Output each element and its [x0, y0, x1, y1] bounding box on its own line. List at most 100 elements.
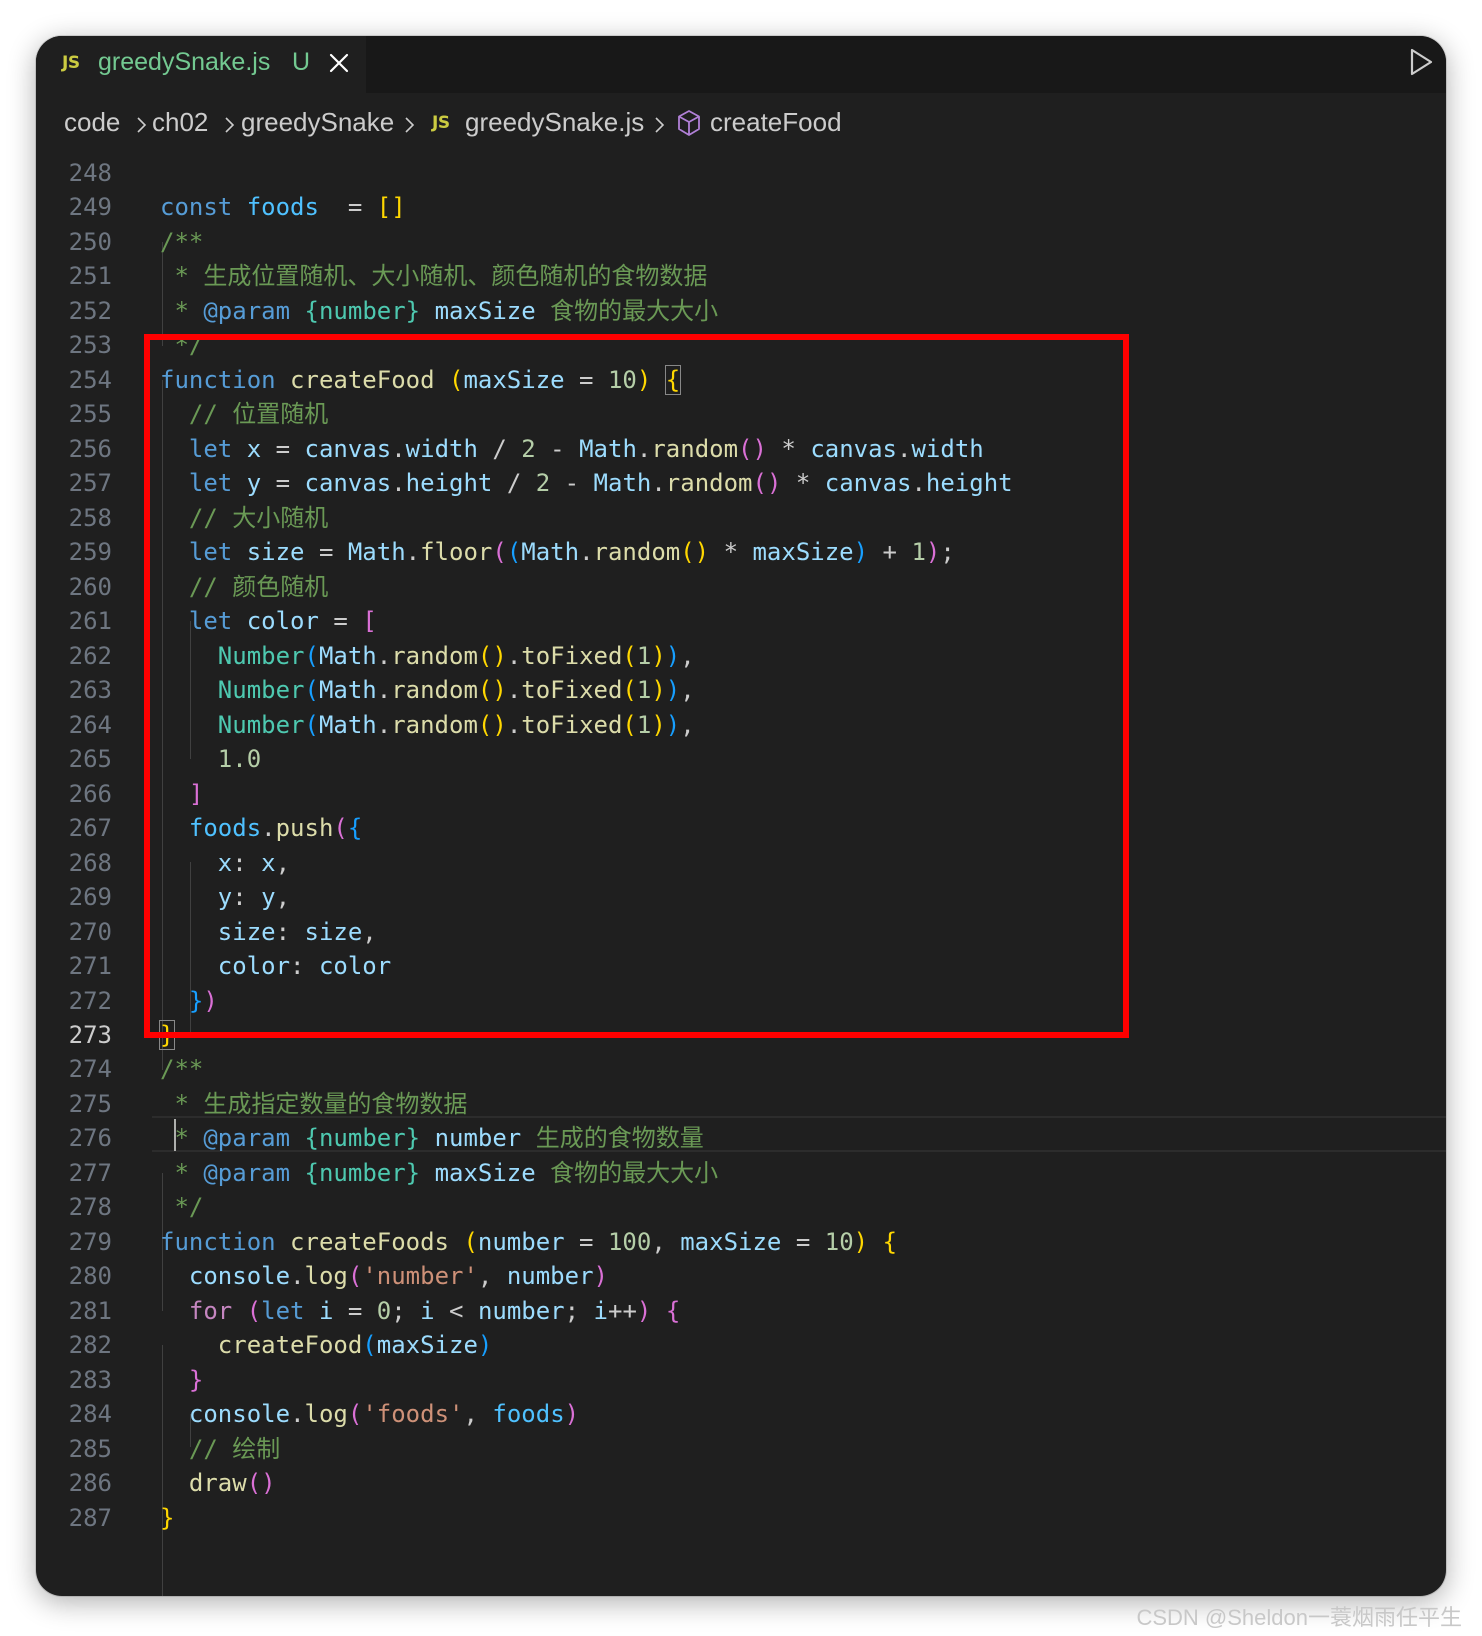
code-line[interactable]: 250 /**: [36, 224, 1446, 260]
code-line[interactable]: 274 /**: [36, 1051, 1446, 1087]
line-code: for (let i = 0; i < number; i++) {: [160, 1293, 680, 1329]
line-number: 258: [68, 504, 112, 532]
line-number: 272: [68, 987, 112, 1015]
code-token: }: [188, 1366, 204, 1394]
code-token: 'number': [362, 1262, 478, 1290]
line-number: 250: [68, 228, 112, 256]
code-line[interactable]: 248: [36, 155, 1446, 191]
breadcrumb-item-greedysnake[interactable]: greedySnake: [241, 107, 394, 138]
line-code: * 生成位置随机、大小随机、颜色随机的食物数据: [160, 258, 707, 294]
code-token: }: [160, 1504, 175, 1532]
close-icon[interactable]: [324, 48, 354, 78]
code-token: ): [593, 1262, 608, 1290]
code-line[interactable]: 276 * @param {number} number 生成的食物数量: [36, 1120, 1446, 1156]
code-token: 食物的最大大小: [535, 297, 719, 325]
code-token: * 生成位置随机、大小随机、颜色随机的食物数据: [160, 262, 708, 290]
code-line[interactable]: 287}: [36, 1500, 1446, 1536]
code-token: {number}: [304, 1124, 421, 1152]
code-token: 食物的最大大小: [535, 1159, 719, 1187]
code-token: maxSize: [434, 1159, 536, 1187]
breadcrumb-item-symbol[interactable]: createFood: [710, 107, 842, 138]
line-code: console.log('foods', foods): [160, 1396, 579, 1432]
code-token: maxSize: [680, 1228, 782, 1256]
breadcrumb-item-file[interactable]: greedySnake.js: [465, 107, 644, 138]
code-line[interactable]: 277 * @param {number} maxSize 食物的最大大小: [36, 1155, 1446, 1191]
code-line[interactable]: 286 draw(): [36, 1465, 1446, 1501]
chevron-right-icon: [405, 117, 415, 133]
code-token: const: [160, 193, 247, 221]
line-number: 260: [68, 573, 112, 601]
code-token: createFood: [217, 1331, 363, 1359]
code-line[interactable]: 285 // 绘制: [36, 1431, 1446, 1467]
line-number: 278: [68, 1193, 112, 1221]
line-number: 279: [68, 1228, 112, 1256]
code-line[interactable]: 279 function createFoods (number = 100, m…: [36, 1224, 1446, 1260]
code-line[interactable]: 280 console.log('number', number): [36, 1258, 1446, 1294]
line-number: 259: [68, 538, 112, 566]
red-highlight-box: [144, 334, 1129, 1038]
line-number: 261: [68, 607, 112, 635]
code-line[interactable]: 249 const foods = []: [36, 189, 1446, 225]
line-code: */: [160, 1189, 203, 1225]
symbol-method-cube-icon: [678, 110, 700, 136]
code-token: 0: [376, 1297, 392, 1325]
code-token: /**: [160, 1055, 204, 1083]
line-number: 256: [68, 435, 112, 463]
code-token: .: [290, 1400, 305, 1428]
line-number: 267: [68, 814, 112, 842]
code-token: for: [188, 1297, 247, 1325]
code-token: function: [160, 1228, 291, 1256]
code-token: i: [593, 1297, 608, 1325]
tab-bar: JS greedySnake.js U: [36, 36, 1446, 93]
line-code: const foods = []: [160, 189, 406, 225]
line-number: 281: [68, 1297, 112, 1325]
chevron-right-icon: [655, 117, 665, 133]
line-number: 268: [68, 849, 112, 877]
code-token: (: [463, 1228, 478, 1256]
code-line[interactable]: 283 }: [36, 1362, 1446, 1398]
code-token: ++: [608, 1297, 637, 1325]
code-token: =: [564, 1228, 608, 1256]
code-line[interactable]: 251 * 生成位置随机、大小随机、颜色随机的食物数据: [36, 258, 1446, 294]
line-number: 276: [68, 1124, 112, 1152]
line-code: function createFoods (number = 100, maxS…: [160, 1224, 897, 1260]
code-token: {number}: [304, 1159, 421, 1187]
breadcrumb-item-ch02[interactable]: ch02: [152, 107, 208, 138]
code-line[interactable]: 278 */: [36, 1189, 1446, 1225]
code-token: maxSize: [376, 1331, 478, 1359]
code-token: createFoods: [290, 1228, 449, 1256]
line-number: 274: [68, 1055, 112, 1083]
watermark: CSDN @Sheldon一蓑烟雨任平生: [1136, 1605, 1462, 1630]
line-code: * @param {number} maxSize 食物的最大大小: [160, 1155, 718, 1191]
code-token: @param: [203, 1159, 291, 1187]
code-token: ;: [564, 1297, 594, 1325]
tab-greedysnake-js[interactable]: JS greedySnake.js U: [36, 36, 366, 93]
chevron-right-icon: [225, 117, 235, 133]
line-number: 264: [68, 711, 112, 739]
code-line[interactable]: 282 createFood(maxSize): [36, 1327, 1446, 1363]
code-token: console: [188, 1400, 291, 1428]
tab-filename: greedySnake.js: [98, 48, 271, 76]
run-icon[interactable]: [1404, 45, 1436, 79]
code-token: ): [853, 1228, 869, 1256]
line-number: 275: [68, 1090, 112, 1118]
line-code: // 绘制: [160, 1431, 280, 1467]
line-number: 282: [68, 1331, 112, 1359]
code-token: =: [781, 1228, 825, 1256]
line-code: * 生成指定数量的食物数据: [160, 1086, 467, 1122]
code-line[interactable]: 275 * 生成指定数量的食物数据: [36, 1086, 1446, 1122]
breadcrumb-item-code[interactable]: code: [64, 107, 120, 138]
code-line[interactable]: 252 * @param {number} maxSize 食物的最大大小: [36, 293, 1446, 329]
line-code: /**: [160, 1051, 203, 1087]
code-token: =: [333, 1297, 377, 1325]
line-number: 286: [68, 1469, 112, 1497]
code-line[interactable]: 284 console.log('foods', foods): [36, 1396, 1446, 1432]
line-number: 251: [68, 262, 112, 290]
code-line[interactable]: 281 for (let i = 0; i < number; i++) {: [36, 1293, 1446, 1329]
